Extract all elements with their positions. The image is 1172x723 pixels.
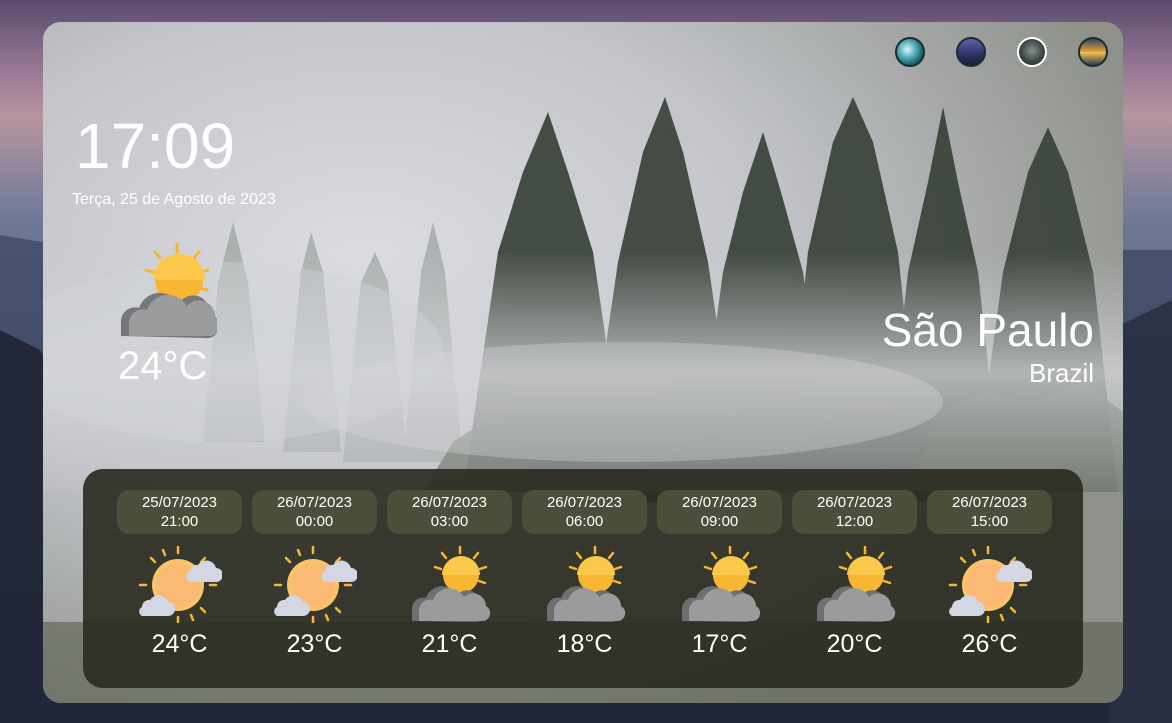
clock-time: 17:09 — [75, 110, 236, 182]
theme-sunset-lake-button[interactable] — [1078, 37, 1108, 67]
forecast-datetime: 26/07/2023 06:00 — [522, 490, 647, 534]
theme-switcher — [895, 37, 1108, 67]
forecast-temperature: 20°C — [826, 630, 883, 658]
forecast-item: 26/07/2023 15:00 26°C — [927, 490, 1052, 680]
sun-clouds-icon — [138, 545, 222, 623]
country-name: Brazil — [1028, 358, 1094, 388]
forecast-hour: 09:00 — [700, 513, 739, 530]
theme-night-mountain-button[interactable] — [956, 37, 986, 67]
forecast-temperature: 18°C — [556, 630, 613, 658]
forecast-date: 26/07/2023 — [411, 494, 488, 511]
forecast-datetime: 26/07/2023 09:00 — [657, 490, 782, 534]
forecast-item: 25/07/2023 21:00 24°C — [117, 490, 242, 680]
forecast-hour: 15:00 — [970, 513, 1009, 530]
forecast-date: 26/07/2023 — [816, 494, 893, 511]
partly-cloudy-icon — [816, 545, 895, 622]
sun-clouds-icon — [273, 545, 357, 623]
forecast-datetime: 26/07/2023 03:00 — [387, 490, 512, 534]
city-name: São Paulo — [881, 304, 1094, 356]
forecast-temperature: 24°C — [151, 630, 208, 658]
forecast-date: 26/07/2023 — [951, 494, 1028, 511]
clock-date: Terça, 25 de Agosto de 2023 — [72, 191, 276, 208]
weather-card: 17:09 Terça, 25 de Agosto de 2023 24°C S… — [43, 22, 1123, 703]
forecast-date: 26/07/2023 — [681, 494, 758, 511]
forecast-temperature: 26°C — [961, 630, 1018, 658]
forecast-item: 26/07/2023 00:00 23°C — [252, 490, 377, 680]
forecast-datetime: 26/07/2023 15:00 — [927, 490, 1052, 534]
forecast-item: 26/07/2023 12:00 20°C — [792, 490, 917, 680]
forecast-temperature: 23°C — [286, 630, 343, 658]
sun-clouds-icon — [948, 545, 1032, 623]
forecast-datetime: 26/07/2023 12:00 — [792, 490, 917, 534]
forecast-temperature: 17°C — [691, 630, 748, 658]
partly-cloudy-icon — [120, 242, 217, 339]
forecast-date: 25/07/2023 — [141, 494, 218, 511]
partly-cloudy-icon — [681, 545, 760, 622]
forecast-hour: 00:00 — [295, 513, 334, 530]
forecast-temperature: 21°C — [421, 630, 478, 658]
partly-cloudy-icon — [546, 545, 625, 622]
forecast-datetime: 26/07/2023 00:00 — [252, 490, 377, 534]
forecast-item: 26/07/2023 03:00 21°C — [387, 490, 512, 680]
forecast-datetime: 25/07/2023 21:00 — [117, 490, 242, 534]
forecast-hour: 12:00 — [835, 513, 874, 530]
forecast-hour: 21:00 — [160, 513, 199, 530]
forecast-panel: 25/07/2023 21:00 24°C 26/07/2023 00:00 2… — [83, 469, 1083, 688]
forecast-item: 26/07/2023 09:00 17°C — [657, 490, 782, 680]
theme-foggy-forest-button[interactable] — [1017, 37, 1047, 67]
theme-ocean-wave-button[interactable] — [895, 37, 925, 67]
current-temperature: 24°C — [118, 344, 208, 388]
forecast-hour: 03:00 — [430, 513, 469, 530]
forecast-hour: 06:00 — [565, 513, 604, 530]
forecast-item: 26/07/2023 06:00 18°C — [522, 490, 647, 680]
partly-cloudy-icon — [411, 545, 490, 622]
forecast-date: 26/07/2023 — [276, 494, 353, 511]
forecast-date: 26/07/2023 — [546, 494, 623, 511]
